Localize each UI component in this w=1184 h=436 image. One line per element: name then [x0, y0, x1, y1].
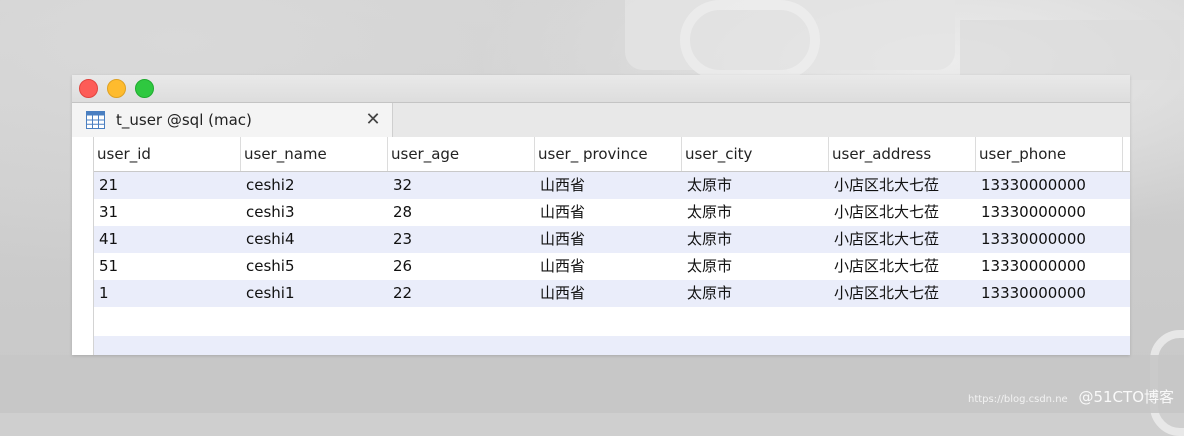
table-cell[interactable]: 山西省	[540, 172, 683, 199]
table-cell[interactable]: ceshi3	[246, 199, 389, 226]
table-cell[interactable]: 32	[393, 172, 536, 199]
table-cell[interactable]: 太原市	[687, 280, 830, 307]
table-cell[interactable]: 23	[393, 226, 536, 253]
table-cell[interactable]: 26	[393, 253, 536, 280]
table-cell[interactable]: 21	[99, 172, 242, 199]
table-cell[interactable]: ceshi2	[246, 172, 389, 199]
table-row[interactable]: 51 ceshi5 26 山西省 太原市 小店区北大七莅 13330000000	[72, 253, 1130, 280]
table-cell[interactable]: 小店区北大七莅	[834, 280, 977, 307]
table-row[interactable]: 1 ceshi1 22 山西省 太原市 小店区北大七莅 13330000000	[72, 280, 1130, 307]
column-header-6[interactable]: user_phone	[976, 137, 1123, 171]
watermark-text: @51CTO博客	[1078, 388, 1174, 406]
data-grid[interactable]: user_id user_name user_age user_ province us…	[72, 137, 1130, 355]
table-cell[interactable]: 太原市	[687, 253, 830, 280]
table-cell[interactable]: ceshi1	[246, 280, 389, 307]
table-cell[interactable]: 小店区北大七莅	[834, 226, 977, 253]
empty-row	[72, 336, 1130, 355]
table-cell[interactable]: 太原市	[687, 199, 830, 226]
table-cell[interactable]: 41	[99, 226, 242, 253]
table-cell[interactable]: 山西省	[540, 280, 683, 307]
table-cell[interactable]: 小店区北大七莅	[834, 253, 977, 280]
table-cell[interactable]: 31	[99, 199, 242, 226]
column-header-0[interactable]: user_id	[94, 137, 241, 171]
table-cell[interactable]: 13330000000	[981, 172, 1124, 199]
table-row[interactable]: 21 ceshi2 32 山西省 太原市 小店区北大七莅 13330000000	[72, 172, 1130, 199]
close-icon[interactable]: ✕	[363, 110, 383, 130]
table-cell[interactable]: 小店区北大七莅	[834, 199, 977, 226]
table-row[interactable]: 31 ceshi3 28 山西省 太原市 小店区北大七莅 13330000000	[72, 199, 1130, 226]
table-cell[interactable]: 22	[393, 280, 536, 307]
empty-row	[72, 307, 1130, 336]
table-icon	[86, 111, 105, 129]
table-window: t_user @sql (mac) ✕ user_id user_name user…	[72, 75, 1130, 355]
table-row[interactable]: 41 ceshi4 23 山西省 太原市 小店区北大七莅 13330000000	[72, 226, 1130, 253]
window-close-button[interactable]	[79, 79, 98, 98]
table-cell[interactable]: 小店区北大七莅	[834, 172, 977, 199]
watermark-url: https://blog.csdn.ne	[968, 394, 1068, 405]
table-cell[interactable]: 13330000000	[981, 253, 1124, 280]
table-cell[interactable]: 山西省	[540, 199, 683, 226]
table-cell[interactable]: 山西省	[540, 253, 683, 280]
table-cell[interactable]: 太原市	[687, 226, 830, 253]
table-cell[interactable]: 51	[99, 253, 242, 280]
grid-rows: 21 ceshi2 32 山西省 太原市 小店区北大七莅 13330000000 31 cesh…	[72, 172, 1130, 355]
window-zoom-button[interactable]	[135, 79, 154, 98]
table-cell[interactable]: 太原市	[687, 172, 830, 199]
table-cell[interactable]: 山西省	[540, 226, 683, 253]
table-cell[interactable]: ceshi5	[246, 253, 389, 280]
table-cell[interactable]: 13330000000	[981, 226, 1124, 253]
table-cell[interactable]: 1	[99, 280, 242, 307]
table-cell[interactable]: 13330000000	[981, 199, 1124, 226]
tab-t-user[interactable]: t_user @sql (mac) ✕	[72, 103, 393, 137]
tab-label: t_user @sql (mac)	[116, 111, 252, 129]
table-cell[interactable]: 28	[393, 199, 536, 226]
column-header-4[interactable]: user_city	[682, 137, 829, 171]
column-header-5[interactable]: user_address	[829, 137, 976, 171]
table-cell[interactable]: 13330000000	[981, 280, 1124, 307]
watermark: https://blog.csdn.ne @51CTO博客	[968, 386, 1174, 407]
row-gutter	[72, 137, 94, 355]
column-header-1[interactable]: user_name	[241, 137, 388, 171]
table-cell[interactable]: ceshi4	[246, 226, 389, 253]
column-header-3[interactable]: user_ province	[535, 137, 682, 171]
tab-bar: t_user @sql (mac) ✕	[72, 103, 1130, 138]
column-header-2[interactable]: user_age	[388, 137, 535, 171]
window-titlebar[interactable]	[72, 75, 1130, 103]
grid-header: user_id user_name user_age user_ province us…	[94, 137, 1130, 172]
window-minimize-button[interactable]	[107, 79, 126, 98]
